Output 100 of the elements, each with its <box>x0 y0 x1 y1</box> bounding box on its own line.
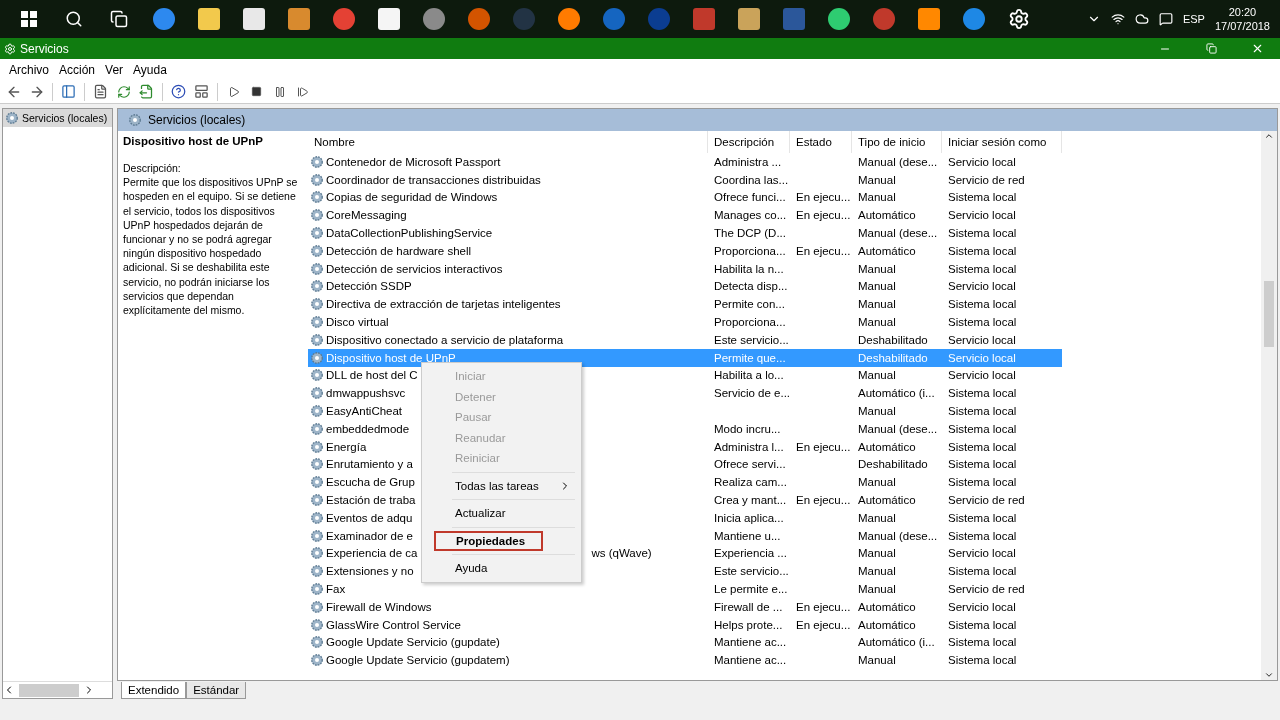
column-header[interactable]: Iniciar sesión como <box>942 131 1062 153</box>
service-name[interactable]: Firewall de Windows <box>326 600 432 613</box>
column-header[interactable]: Descripción <box>708 131 790 153</box>
scrollbar-thumb[interactable] <box>19 683 79 697</box>
restore-icon <box>1205 43 1217 54</box>
table-cell: Servicio de e... <box>714 387 790 400</box>
table-cell: Manual <box>858 405 896 418</box>
table-cell: Habilita a lo... <box>714 369 784 382</box>
service-name[interactable]: DataCollectionPublishingService <box>326 227 493 240</box>
view-tab[interactable]: Extendido <box>121 682 187 699</box>
language-indicator[interactable]: ESP <box>1182 13 1205 25</box>
scroll-down-icon[interactable] <box>1264 670 1274 680</box>
menu-item[interactable]: Archivo <box>4 62 54 77</box>
column-header[interactable]: Estado <box>790 131 852 153</box>
service-name[interactable]: ws (qWave) <box>591 547 652 560</box>
network-icon[interactable] <box>1110 12 1125 26</box>
table-cell: En ejecu... <box>796 440 851 453</box>
service-name[interactable]: dmwappushsvc <box>326 387 406 400</box>
service-name[interactable]: Copias de seguridad de Windows <box>326 191 498 204</box>
service-name[interactable]: DLL de host del C <box>326 369 418 382</box>
table-cell: Manages co... <box>714 209 787 222</box>
menu-item[interactable]: Acción <box>54 62 101 77</box>
service-name[interactable]: Experiencia de ca <box>326 547 418 560</box>
table-cell: Manual (dese... <box>858 155 938 168</box>
menu-item[interactable]: Ayuda <box>128 62 172 77</box>
service-name[interactable]: Detección de hardware shell <box>326 244 472 257</box>
table-cell: Manual <box>858 565 896 578</box>
app-icon[interactable] <box>197 8 220 30</box>
gear-icon <box>310 261 324 276</box>
service-name[interactable]: Directiva de extracción de tarjetas inteligentes <box>326 298 561 311</box>
service-name[interactable]: GlassWire Control Service <box>326 618 461 631</box>
app-icon[interactable] <box>242 8 265 30</box>
table-cell: Sistema local <box>948 440 1017 453</box>
gear-icon <box>5 111 19 125</box>
gear-icon <box>310 297 324 312</box>
service-name[interactable]: Google Update Servicio (gupdate) <box>326 636 500 649</box>
gear-icon <box>310 582 324 596</box>
table-cell: Sistema local <box>948 618 1017 631</box>
vertical-scrollbar[interactable] <box>1261 131 1277 680</box>
tree-item[interactable]: Servicios (locales) <box>3 109 112 127</box>
table-cell: Coordina las... <box>714 173 789 186</box>
table-cell: Automático <box>858 494 916 507</box>
app-icon[interactable] <box>377 8 400 30</box>
console-tree-button[interactable] <box>59 82 78 101</box>
service-name[interactable]: embeddedmode <box>326 422 410 435</box>
service-name[interactable]: Detección de servicios interactivos <box>326 262 503 275</box>
notification-icon[interactable] <box>1158 12 1173 26</box>
app-icon[interactable] <box>827 8 850 30</box>
service-name[interactable]: Fax <box>326 583 346 595</box>
gear-icon <box>310 635 324 650</box>
service-name[interactable]: Extensiones y no <box>326 565 414 578</box>
table-cell: Ofrece servi... <box>714 458 786 471</box>
menu-item[interactable]: Propiedades <box>434 530 543 551</box>
table-cell: Manual (dese... <box>858 227 938 240</box>
gear-icon <box>310 172 324 187</box>
service-name[interactable]: Google Update Servicio (gupdatem) <box>326 654 510 667</box>
app-icon[interactable] <box>737 8 760 30</box>
table-cell: En ejecu... <box>796 191 851 204</box>
table-cell: En ejecu... <box>796 494 851 507</box>
table-cell: Mantiene u... <box>714 529 781 542</box>
column-header[interactable]: Tipo de inicio <box>852 131 942 153</box>
service-name[interactable]: Coordinador de transacciones distribuidas <box>326 173 541 186</box>
help-button[interactable] <box>169 82 188 101</box>
menu-item[interactable]: Ayuda <box>424 558 579 579</box>
app-icon[interactable] <box>917 8 940 30</box>
service-name[interactable]: Disco virtual <box>326 316 389 329</box>
service-name[interactable]: EasyAntiCheat <box>326 405 403 418</box>
pause-icon <box>273 85 286 98</box>
menu-item[interactable]: Ver <box>100 62 129 77</box>
cloud-icon[interactable] <box>1134 12 1149 26</box>
service-name[interactable]: Detección SSDP <box>326 280 412 293</box>
scroll-up-icon[interactable] <box>1264 131 1274 141</box>
service-name[interactable]: Examinador de e <box>326 529 413 542</box>
scrollbar-thumb[interactable] <box>1264 281 1274 347</box>
table-cell: Sistema local <box>948 244 1017 257</box>
table-cell: En ejecu... <box>796 244 851 257</box>
app-icon[interactable] <box>557 8 580 30</box>
table-cell: Sistema local <box>948 511 1017 524</box>
table-cell: Deshabilitado <box>858 333 928 346</box>
view-tab[interactable]: Estándar <box>186 682 247 699</box>
table-cell: Servicio de red <box>948 173 1025 186</box>
service-name[interactable]: Enrutamiento y a <box>326 458 413 471</box>
view-button[interactable] <box>192 82 211 101</box>
table-cell: Sistema local <box>948 476 1017 489</box>
service-name[interactable]: Dispositivo conectado a servicio de plataforma <box>326 333 564 346</box>
service-name[interactable]: Eventos de adqu <box>326 511 413 524</box>
service-name[interactable]: Energía <box>326 440 367 453</box>
table-cell: Manual <box>858 654 896 667</box>
gear-icon <box>310 564 324 579</box>
service-name[interactable]: Estación de traba <box>326 494 416 507</box>
gear-icon <box>310 279 324 294</box>
column-header[interactable]: Nombre <box>308 131 708 153</box>
table-cell: Mantiene ac... <box>714 654 787 667</box>
menu-item[interactable]: Todas las tareas <box>424 475 579 496</box>
app-icon[interactable] <box>287 8 310 30</box>
service-name[interactable]: Contenedor de Microsoft Passport <box>326 155 501 168</box>
service-name[interactable]: CoreMessaging <box>326 209 407 222</box>
service-name[interactable]: Escucha de Grup <box>326 476 415 489</box>
menu-item[interactable]: Actualizar <box>424 503 579 524</box>
table-cell: Administra ... <box>714 155 782 168</box>
